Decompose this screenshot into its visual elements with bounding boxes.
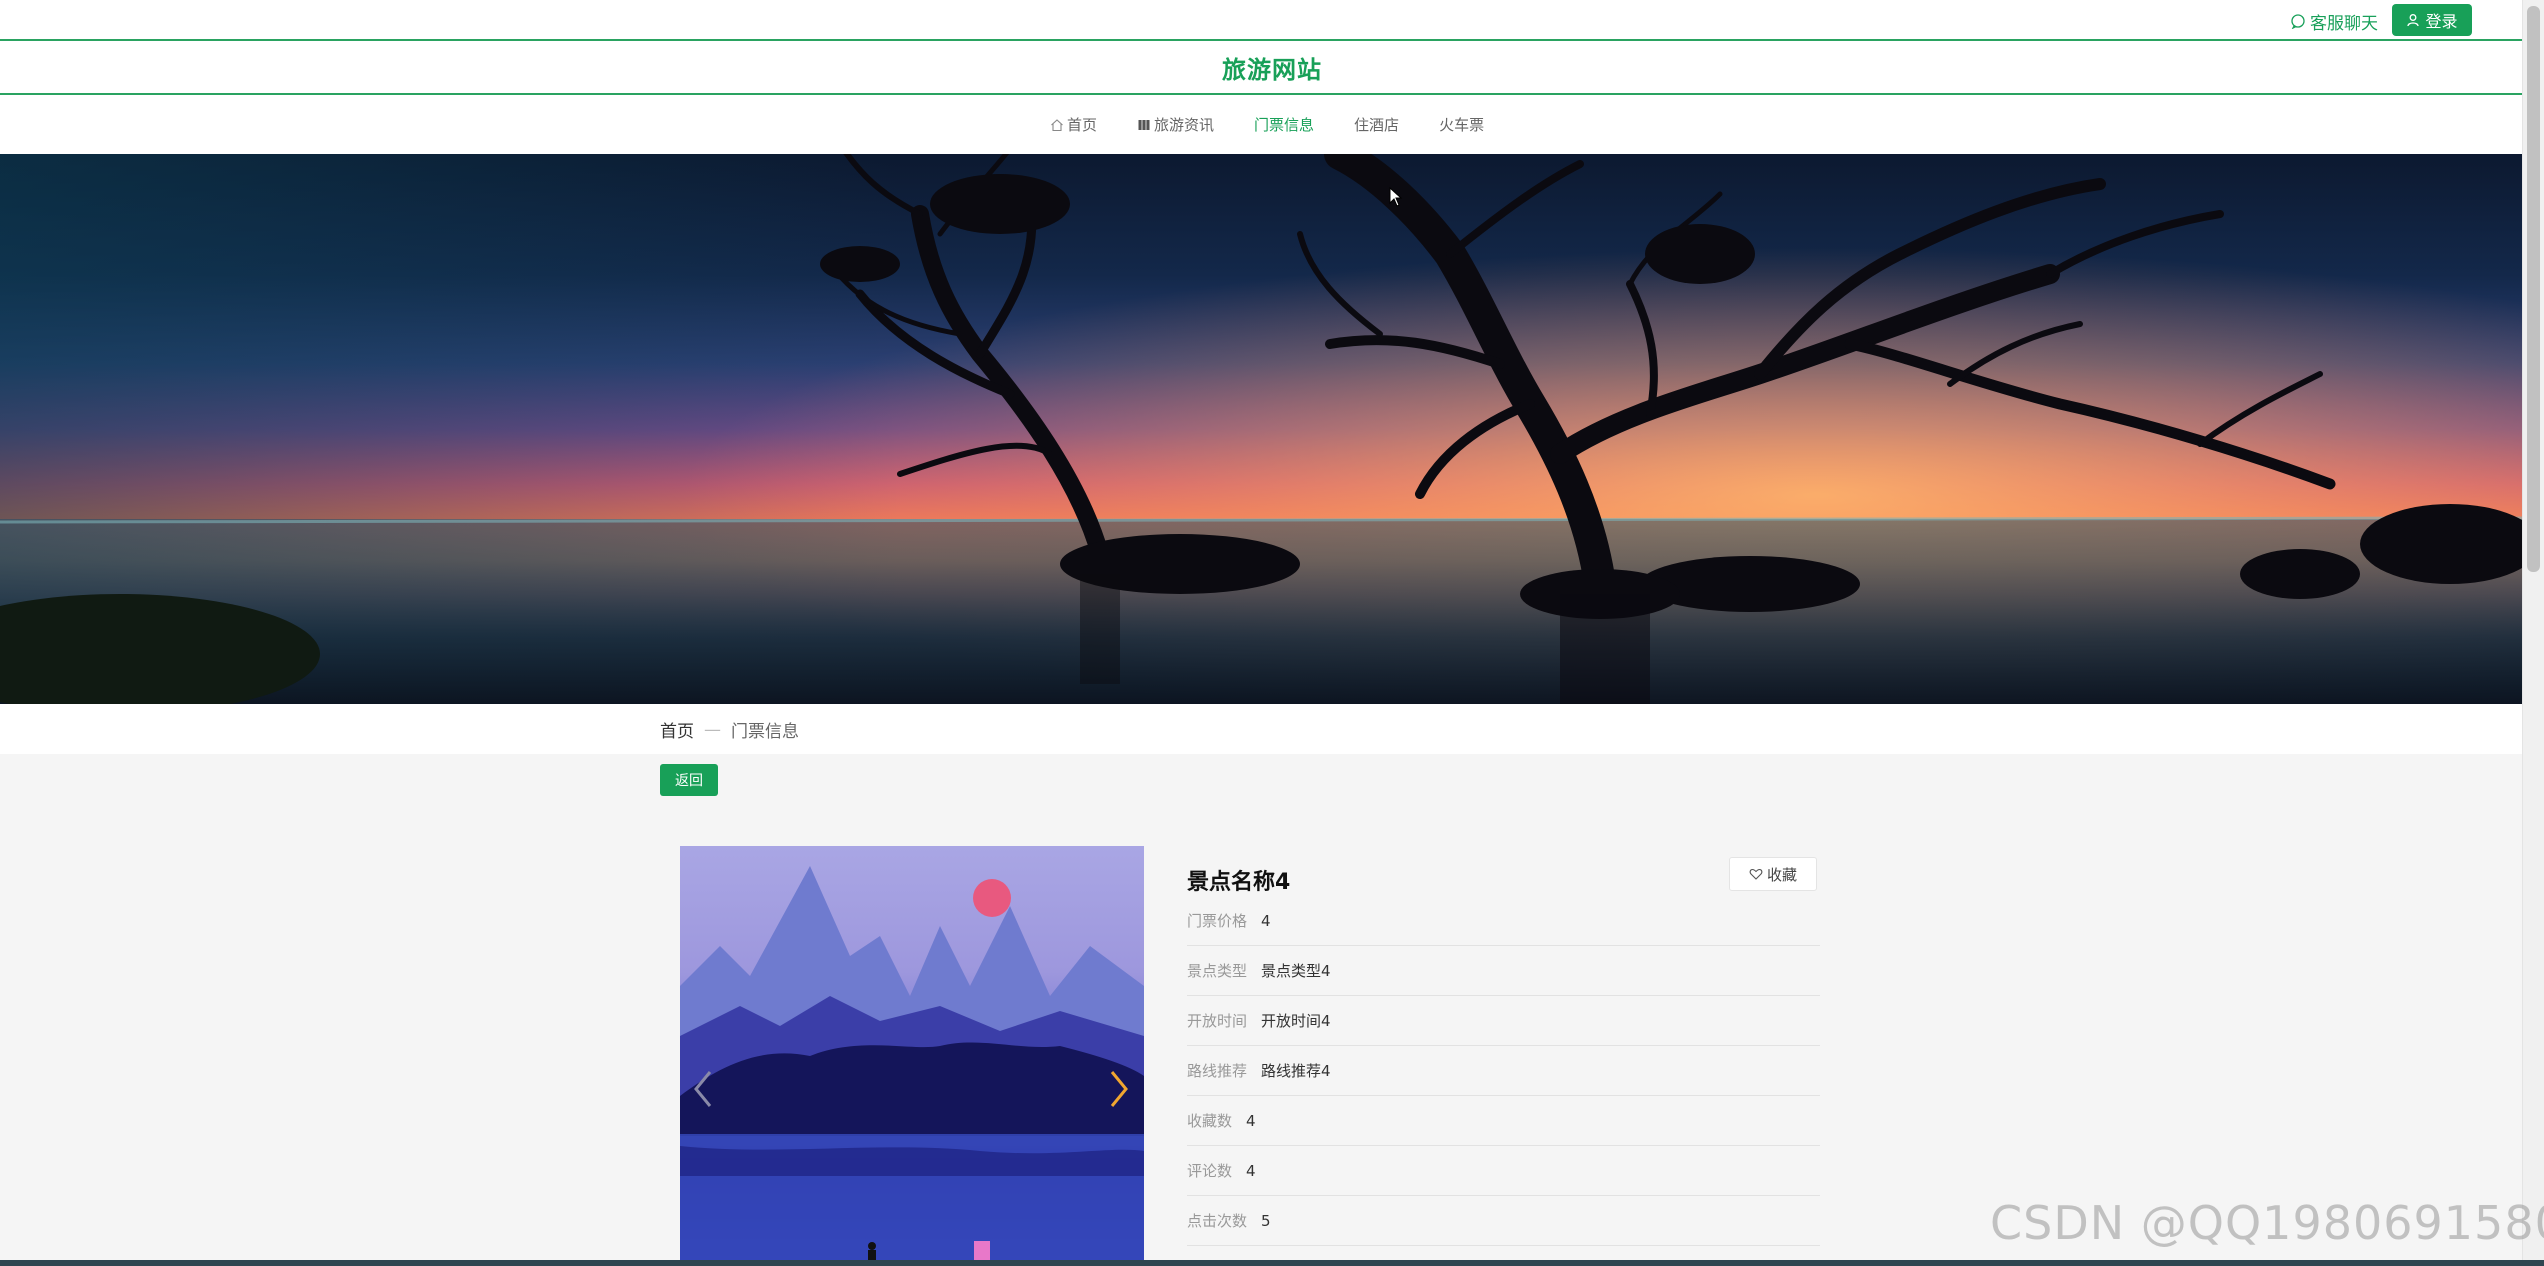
scrollbar-thumb[interactable] bbox=[2527, 6, 2540, 572]
chat-label: 客服聊天 bbox=[2310, 13, 2378, 34]
carousel-prev-arrow-icon[interactable] bbox=[688, 1064, 718, 1114]
carousel-next-arrow-icon[interactable] bbox=[1104, 1064, 1134, 1114]
detail-row-open-time: 开放时间 开放时间4 bbox=[1187, 996, 1820, 1046]
page-scrollbar[interactable] bbox=[2522, 0, 2544, 1266]
favorite-label: 收藏 bbox=[1766, 865, 1797, 884]
breadcrumb-current: 门票信息 bbox=[731, 722, 799, 742]
detail-row-comment-count: 评论数 4 bbox=[1187, 1146, 1820, 1196]
breadcrumb-home-link[interactable]: 首页 bbox=[660, 717, 694, 742]
nav-item-train-tickets[interactable]: 火车票 bbox=[1439, 114, 1484, 135]
favorite-button[interactable]: 收藏 bbox=[1729, 857, 1817, 891]
row-label: 收藏数 bbox=[1187, 1112, 1233, 1130]
sunset-trees-illustration bbox=[0, 154, 2522, 704]
bottom-edge bbox=[0, 1260, 2544, 1266]
spot-name: 景点名称4 bbox=[1187, 870, 1291, 895]
mouse-cursor-icon bbox=[1389, 187, 1403, 207]
landscape-photo bbox=[680, 866, 1144, 1266]
nav-item-tickets[interactable]: 门票信息 bbox=[1254, 114, 1314, 135]
row-value: 景点类型4 bbox=[1261, 962, 1331, 980]
hero-banner-image bbox=[0, 154, 2522, 704]
row-value: 路线推荐4 bbox=[1261, 1062, 1331, 1080]
row-value: 4 bbox=[1261, 911, 1271, 930]
chat-bubble-icon bbox=[2291, 14, 2305, 29]
breadcrumb: 首页 — 门票信息 bbox=[660, 717, 799, 743]
user-icon bbox=[2407, 14, 2420, 27]
site-title-bar: 旅游网站 bbox=[0, 41, 2544, 95]
login-label: 登录 bbox=[2425, 12, 2458, 31]
grid-icon bbox=[1138, 119, 1150, 130]
nav-item-home[interactable]: 首页 bbox=[1050, 114, 1097, 135]
row-label: 路线推荐 bbox=[1187, 1062, 1248, 1080]
row-value: 4 bbox=[1246, 1161, 1256, 1180]
top-utility-bar: 客服聊天 登录 bbox=[0, 0, 2544, 41]
main-nav: 首页 旅游资讯 门票信息 住酒店 火车票 bbox=[0, 95, 2544, 154]
nav-item-label: 住酒店 bbox=[1354, 116, 1400, 134]
detail-row-fav-count: 收藏数 4 bbox=[1187, 1096, 1820, 1146]
row-value: 开放时间4 bbox=[1261, 1012, 1331, 1030]
detail-row-type: 景点类型 景点类型4 bbox=[1187, 946, 1820, 996]
nav-item-label: 旅游资讯 bbox=[1154, 116, 1215, 134]
detail-row-route: 路线推荐 路线推荐4 bbox=[1187, 1046, 1820, 1096]
row-label: 开放时间 bbox=[1187, 1012, 1248, 1030]
site-title[interactable]: 旅游网站 bbox=[1222, 50, 1322, 85]
detail-row-click-count: 点击次数 5 bbox=[1187, 1196, 1820, 1246]
watermark-text: CSDN @QQ1980691580 bbox=[1990, 1196, 2544, 1250]
row-value: 5 bbox=[1261, 1211, 1271, 1230]
nav-item-hotels[interactable]: 住酒店 bbox=[1354, 114, 1399, 135]
nav-item-label: 门票信息 bbox=[1254, 116, 1315, 134]
home-icon bbox=[1051, 118, 1063, 131]
nav-item-label: 首页 bbox=[1067, 116, 1098, 134]
detail-rows: 门票价格 4 景点类型 景点类型4 开放时间 开放时间4 路线推荐 路线推荐4 … bbox=[1187, 896, 1820, 1246]
detail-row-price: 门票价格 4 bbox=[1187, 896, 1820, 946]
row-value: 4 bbox=[1246, 1111, 1256, 1130]
breadcrumb-bar: 首页 — 门票信息 bbox=[0, 704, 2522, 754]
nav-item-travel-news[interactable]: 旅游资讯 bbox=[1137, 114, 1214, 135]
breadcrumb-separator: — bbox=[704, 719, 721, 740]
customer-chat-link[interactable]: 客服聊天 bbox=[2290, 9, 2378, 34]
spot-image-carousel[interactable] bbox=[680, 846, 1144, 1266]
row-label: 点击次数 bbox=[1187, 1212, 1248, 1230]
row-label: 评论数 bbox=[1187, 1162, 1233, 1180]
nav-item-label: 火车票 bbox=[1439, 116, 1485, 134]
row-label: 门票价格 bbox=[1187, 912, 1248, 930]
login-button[interactable]: 登录 bbox=[2392, 4, 2472, 36]
row-label: 景点类型 bbox=[1187, 962, 1248, 980]
heart-icon bbox=[1749, 868, 1763, 880]
nav-items: 首页 旅游资讯 门票信息 住酒店 火车票 bbox=[1050, 95, 1484, 154]
back-button[interactable]: 返回 bbox=[660, 764, 718, 796]
